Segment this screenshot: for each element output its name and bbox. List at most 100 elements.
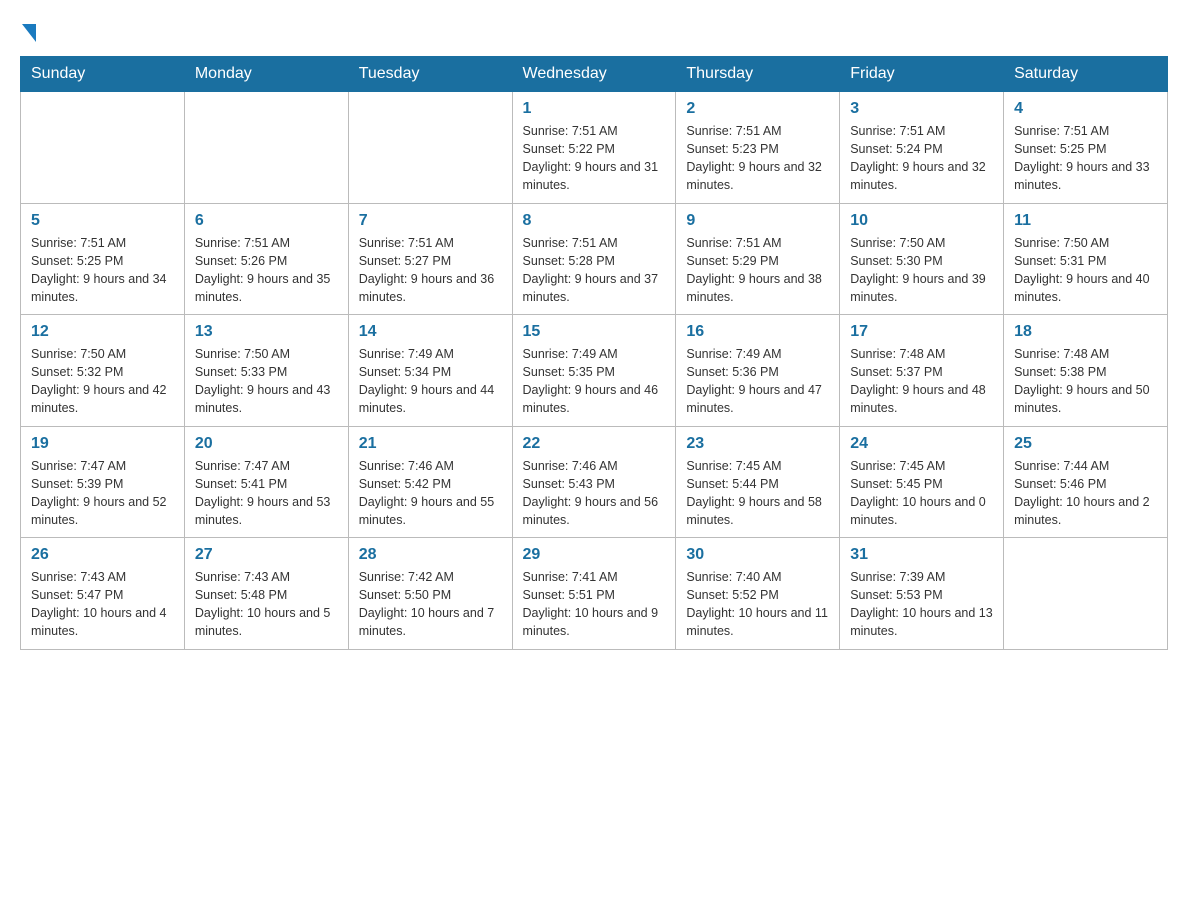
weekday-header-saturday: Saturday bbox=[1004, 57, 1168, 92]
day-number: 1 bbox=[523, 100, 666, 118]
day-number: 28 bbox=[359, 546, 502, 564]
day-info: Sunrise: 7:50 AM Sunset: 5:30 PM Dayligh… bbox=[850, 234, 993, 307]
day-info: Sunrise: 7:51 AM Sunset: 5:24 PM Dayligh… bbox=[850, 122, 993, 195]
calendar-table: SundayMondayTuesdayWednesdayThursdayFrid… bbox=[20, 56, 1168, 650]
day-info: Sunrise: 7:50 AM Sunset: 5:31 PM Dayligh… bbox=[1014, 234, 1157, 307]
weekday-header-monday: Monday bbox=[184, 57, 348, 92]
day-number: 14 bbox=[359, 323, 502, 341]
day-info: Sunrise: 7:48 AM Sunset: 5:37 PM Dayligh… bbox=[850, 345, 993, 418]
calendar-cell: 25 Sunrise: 7:44 AM Sunset: 5:46 PM Dayli… bbox=[1004, 426, 1168, 538]
day-number: 23 bbox=[686, 435, 829, 453]
calendar-cell: 31 Sunrise: 7:39 AM Sunset: 5:53 PM Dayli… bbox=[840, 538, 1004, 650]
day-info: Sunrise: 7:51 AM Sunset: 5:27 PM Dayligh… bbox=[359, 234, 502, 307]
calendar-cell: 24Sunrise: 7:45 AM Sunset: 5:45 PM Dayli… bbox=[840, 426, 1004, 538]
calendar-cell: 14 Sunrise: 7:49 AM Sunset: 5:34 PM Dayli… bbox=[348, 315, 512, 427]
day-number: 2 bbox=[686, 100, 829, 118]
day-number: 25 bbox=[1014, 435, 1157, 453]
calendar-cell: 8 Sunrise: 7:51 AM Sunset: 5:28 PM Daylig… bbox=[512, 203, 676, 315]
logo bbox=[20, 20, 36, 40]
day-number: 17 bbox=[850, 323, 993, 341]
calendar-week-row: 26Sunrise: 7:43 AM Sunset: 5:47 PM Dayli… bbox=[21, 538, 1168, 650]
calendar-week-row: 12 Sunrise: 7:50 AM Sunset: 5:32 PM Dayli… bbox=[21, 315, 1168, 427]
day-number: 6 bbox=[195, 212, 338, 230]
calendar-cell: 15 Sunrise: 7:49 AM Sunset: 5:35 PM Dayli… bbox=[512, 315, 676, 427]
day-info: Sunrise: 7:44 AM Sunset: 5:46 PM Dayligh… bbox=[1014, 457, 1157, 530]
day-number: 31 bbox=[850, 546, 993, 564]
day-number: 8 bbox=[523, 212, 666, 230]
calendar-cell: 6 Sunrise: 7:51 AM Sunset: 5:26 PM Daylig… bbox=[184, 203, 348, 315]
calendar-cell: 16Sunrise: 7:49 AM Sunset: 5:36 PM Dayli… bbox=[676, 315, 840, 427]
day-info: Sunrise: 7:50 AM Sunset: 5:33 PM Dayligh… bbox=[195, 345, 338, 418]
day-number: 12 bbox=[31, 323, 174, 341]
calendar-cell: 13 Sunrise: 7:50 AM Sunset: 5:33 PM Dayli… bbox=[184, 315, 348, 427]
calendar-cell: 2 Sunrise: 7:51 AM Sunset: 5:23 PM Daylig… bbox=[676, 92, 840, 204]
day-info: Sunrise: 7:41 AM Sunset: 5:51 PM Dayligh… bbox=[523, 568, 666, 641]
day-number: 19 bbox=[31, 435, 174, 453]
calendar-cell: 4Sunrise: 7:51 AM Sunset: 5:25 PM Daylig… bbox=[1004, 92, 1168, 204]
day-info: Sunrise: 7:43 AM Sunset: 5:47 PM Dayligh… bbox=[31, 568, 174, 641]
calendar-cell bbox=[184, 92, 348, 204]
day-info: Sunrise: 7:45 AM Sunset: 5:44 PM Dayligh… bbox=[686, 457, 829, 530]
day-info: Sunrise: 7:47 AM Sunset: 5:39 PM Dayligh… bbox=[31, 457, 174, 530]
calendar-cell: 27 Sunrise: 7:43 AM Sunset: 5:48 PM Dayli… bbox=[184, 538, 348, 650]
calendar-cell: 9Sunrise: 7:51 AM Sunset: 5:29 PM Daylig… bbox=[676, 203, 840, 315]
calendar-cell: 10 Sunrise: 7:50 AM Sunset: 5:30 PM Dayli… bbox=[840, 203, 1004, 315]
calendar-cell bbox=[1004, 538, 1168, 650]
day-number: 7 bbox=[359, 212, 502, 230]
day-number: 3 bbox=[850, 100, 993, 118]
day-info: Sunrise: 7:49 AM Sunset: 5:36 PM Dayligh… bbox=[686, 345, 829, 418]
day-number: 5 bbox=[31, 212, 174, 230]
calendar-cell bbox=[21, 92, 185, 204]
day-info: Sunrise: 7:50 AM Sunset: 5:32 PM Dayligh… bbox=[31, 345, 174, 418]
logo-arrow-icon bbox=[22, 24, 36, 42]
day-info: Sunrise: 7:51 AM Sunset: 5:25 PM Dayligh… bbox=[31, 234, 174, 307]
calendar-cell: 20 Sunrise: 7:47 AM Sunset: 5:41 PM Dayli… bbox=[184, 426, 348, 538]
calendar-cell: 28 Sunrise: 7:42 AM Sunset: 5:50 PM Dayli… bbox=[348, 538, 512, 650]
calendar-cell bbox=[348, 92, 512, 204]
day-info: Sunrise: 7:51 AM Sunset: 5:26 PM Dayligh… bbox=[195, 234, 338, 307]
day-number: 27 bbox=[195, 546, 338, 564]
calendar-cell: 29 Sunrise: 7:41 AM Sunset: 5:51 PM Dayli… bbox=[512, 538, 676, 650]
day-info: Sunrise: 7:49 AM Sunset: 5:35 PM Dayligh… bbox=[523, 345, 666, 418]
day-info: Sunrise: 7:39 AM Sunset: 5:53 PM Dayligh… bbox=[850, 568, 993, 641]
day-number: 15 bbox=[523, 323, 666, 341]
calendar-cell: 30 Sunrise: 7:40 AM Sunset: 5:52 PM Dayli… bbox=[676, 538, 840, 650]
day-number: 4 bbox=[1014, 100, 1157, 118]
day-info: Sunrise: 7:46 AM Sunset: 5:42 PM Dayligh… bbox=[359, 457, 502, 530]
day-number: 24 bbox=[850, 435, 993, 453]
calendar-cell: 17 Sunrise: 7:48 AM Sunset: 5:37 PM Dayli… bbox=[840, 315, 1004, 427]
calendar-week-row: 5 Sunrise: 7:51 AM Sunset: 5:25 PM Daylig… bbox=[21, 203, 1168, 315]
day-number: 10 bbox=[850, 212, 993, 230]
calendar-cell: 22 Sunrise: 7:46 AM Sunset: 5:43 PM Dayli… bbox=[512, 426, 676, 538]
day-info: Sunrise: 7:51 AM Sunset: 5:28 PM Dayligh… bbox=[523, 234, 666, 307]
calendar-cell: 7 Sunrise: 7:51 AM Sunset: 5:27 PM Daylig… bbox=[348, 203, 512, 315]
day-info: Sunrise: 7:49 AM Sunset: 5:34 PM Dayligh… bbox=[359, 345, 502, 418]
day-info: Sunrise: 7:48 AM Sunset: 5:38 PM Dayligh… bbox=[1014, 345, 1157, 418]
calendar-cell: 1Sunrise: 7:51 AM Sunset: 5:22 PM Daylig… bbox=[512, 92, 676, 204]
day-number: 20 bbox=[195, 435, 338, 453]
weekday-header-thursday: Thursday bbox=[676, 57, 840, 92]
day-info: Sunrise: 7:43 AM Sunset: 5:48 PM Dayligh… bbox=[195, 568, 338, 641]
calendar-cell: 23 Sunrise: 7:45 AM Sunset: 5:44 PM Dayli… bbox=[676, 426, 840, 538]
calendar-week-row: 19 Sunrise: 7:47 AM Sunset: 5:39 PM Dayli… bbox=[21, 426, 1168, 538]
day-number: 11 bbox=[1014, 212, 1157, 230]
day-info: Sunrise: 7:42 AM Sunset: 5:50 PM Dayligh… bbox=[359, 568, 502, 641]
day-number: 21 bbox=[359, 435, 502, 453]
day-number: 22 bbox=[523, 435, 666, 453]
page-header bbox=[20, 20, 1168, 40]
day-info: Sunrise: 7:51 AM Sunset: 5:23 PM Dayligh… bbox=[686, 122, 829, 195]
day-info: Sunrise: 7:47 AM Sunset: 5:41 PM Dayligh… bbox=[195, 457, 338, 530]
day-info: Sunrise: 7:40 AM Sunset: 5:52 PM Dayligh… bbox=[686, 568, 829, 641]
calendar-cell: 5 Sunrise: 7:51 AM Sunset: 5:25 PM Daylig… bbox=[21, 203, 185, 315]
day-info: Sunrise: 7:46 AM Sunset: 5:43 PM Dayligh… bbox=[523, 457, 666, 530]
day-number: 13 bbox=[195, 323, 338, 341]
calendar-cell: 26Sunrise: 7:43 AM Sunset: 5:47 PM Dayli… bbox=[21, 538, 185, 650]
weekday-header-sunday: Sunday bbox=[21, 57, 185, 92]
day-number: 30 bbox=[686, 546, 829, 564]
weekday-header-wednesday: Wednesday bbox=[512, 57, 676, 92]
day-number: 29 bbox=[523, 546, 666, 564]
day-number: 18 bbox=[1014, 323, 1157, 341]
calendar-week-row: 1Sunrise: 7:51 AM Sunset: 5:22 PM Daylig… bbox=[21, 92, 1168, 204]
calendar-cell: 18 Sunrise: 7:48 AM Sunset: 5:38 PM Dayli… bbox=[1004, 315, 1168, 427]
calendar-cell: 3 Sunrise: 7:51 AM Sunset: 5:24 PM Daylig… bbox=[840, 92, 1004, 204]
